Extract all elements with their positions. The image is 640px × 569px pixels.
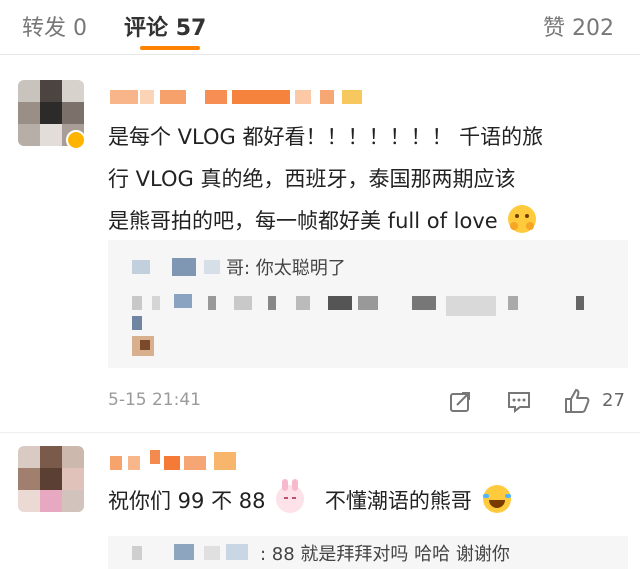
comment-item: 是每个 VLOG 都好看！！！！！！！ 千语的旅 行 VLOG 真的绝，西班牙，…	[0, 70, 640, 430]
tab-comments-count: 57	[175, 16, 207, 41]
comment-timestamp: 5-15 21:41	[108, 390, 201, 410]
comment-text: 是每个 VLOG 都好看！！！！！！！ 千语的旅 行 VLOG 真的绝，西班牙，…	[108, 116, 628, 242]
active-tab-indicator	[140, 46, 200, 50]
laugh-cry-emoji-icon	[482, 485, 511, 513]
comment-text-line: 行 VLOG 真的绝，西班牙，泰国那两期应该	[108, 167, 516, 191]
tab-comments[interactable]: 评论 57	[124, 10, 206, 42]
tab-reposts[interactable]: 转发 0	[22, 10, 87, 42]
tab-likes[interactable]: 赞 202	[543, 10, 614, 42]
comment-icon[interactable]	[506, 390, 532, 414]
like-thumb-icon[interactable]	[564, 388, 590, 414]
comment-tabs: 转发 0 评论 57 赞 202	[0, 0, 640, 55]
reply-preview[interactable]: : 88 就是拜拜对吗 哈哈 谢谢你	[108, 536, 628, 569]
tab-reposts-count: 0	[73, 16, 88, 41]
reply-text: 哥: 你太聪明了	[226, 258, 346, 279]
comment-text-line: 是每个 VLOG 都好看！！！！！！！ 千语的旅	[108, 125, 544, 149]
bunny-emoji-icon	[276, 479, 305, 513]
comment-text-line: 是熊哥拍的吧，每一帧都好美 full of love	[108, 200, 628, 242]
verified-badge-icon	[66, 130, 86, 150]
reply-text: : 88 就是拜拜对吗 哈哈 谢谢你	[260, 544, 510, 565]
comment-item: 祝你们 99 不 88 不懂潮语的熊哥 : 88 就是拜拜对吗 哈哈 谢谢你	[0, 440, 640, 569]
tab-likes-count: 202	[572, 16, 615, 41]
avatar[interactable]	[18, 446, 84, 512]
comment-text: 祝你们 99 不 88 不懂潮语的熊哥	[108, 479, 628, 522]
reply-preview[interactable]: 哥: 你太聪明了	[108, 240, 628, 368]
tab-reposts-label: 转发	[22, 16, 67, 41]
comment-divider	[0, 432, 640, 433]
like-count: 27	[602, 390, 625, 411]
hug-emoji-icon	[508, 205, 537, 233]
tab-comments-label: 评论	[124, 16, 169, 41]
repost-icon[interactable]	[448, 390, 472, 414]
tab-likes-label: 赞	[543, 16, 566, 41]
